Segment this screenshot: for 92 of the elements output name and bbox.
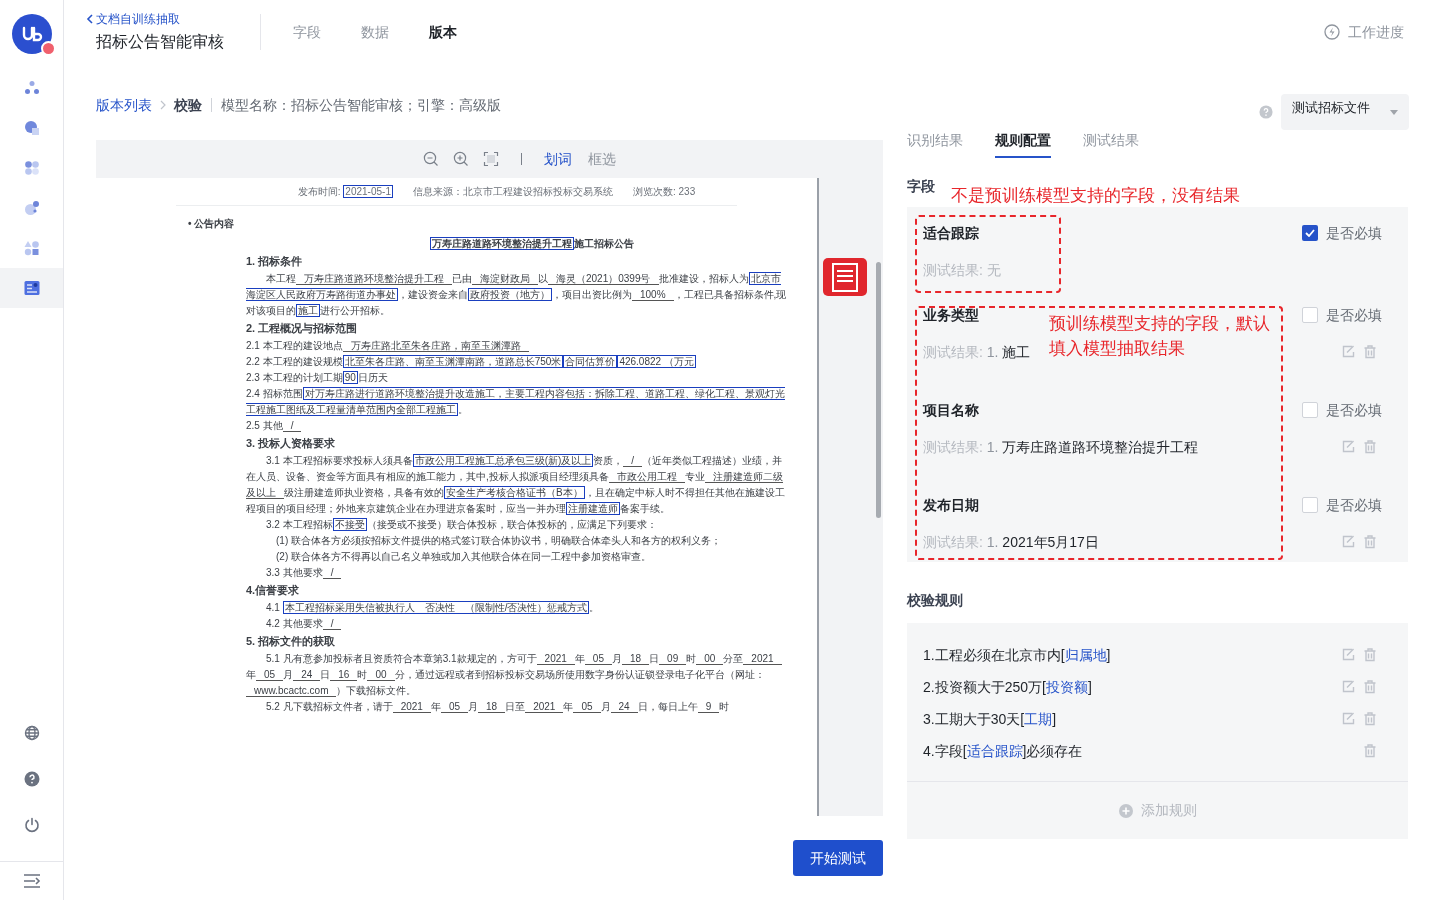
rule-text: 2.投资额大于250万[投资额] — [923, 678, 1092, 697]
bubbles-icon — [23, 200, 40, 216]
chevron-right-icon — [160, 100, 166, 110]
delete-icon[interactable] — [1362, 679, 1378, 695]
check-icon — [1305, 229, 1315, 237]
edit-icon[interactable] — [1340, 534, 1356, 550]
file-select[interactable]: 测试招标文件 — [1281, 94, 1409, 130]
breadcrumb-link[interactable]: 版本列表 — [96, 94, 152, 116]
section-title: 字段 — [907, 177, 935, 196]
delete-icon[interactable] — [1362, 743, 1378, 759]
doc-paragraph: 3.2 本工程招标 不接受 （接受或不接受）联合体投标，联合体投标的，应满足下列要求： — [265, 517, 658, 533]
doc-paragraph: 5.1 凡有意参加投标者且资质符合本章第3.1款规定的，方可于 2021 年 05 月 18 日 09 时 00 分至 2021 年 05 月 24 日 16 时 00 分，通过远程或者到招标投标交易场所使用数字身份认证锁登录电子化平台（网址： www.bcactc.com ）下载招标文件。 — [96, 651, 817, 699]
field-link[interactable]: 适合跟踪 — [966, 743, 1023, 759]
edit-icon[interactable] — [1340, 711, 1356, 727]
app-logo — [11, 14, 52, 54]
field-name: 业务类型 — [923, 306, 980, 325]
pie-chart-icon — [23, 120, 40, 136]
field-link[interactable]: 归属地 — [1064, 647, 1107, 663]
test-result: 测试结果: 1. 万寿庄路道路环境整治提升工程 — [923, 438, 1199, 457]
power-icon[interactable] — [23, 817, 40, 833]
edit-icon[interactable] — [1340, 647, 1356, 663]
dots-icon — [23, 80, 40, 96]
test-result: 测试结果: 1. 2021年5月17日 — [923, 533, 1099, 552]
rule-text: 3.工期大于30天[工期] — [923, 710, 1057, 729]
collapse-menu-icon[interactable] — [22, 873, 41, 889]
scrollbar[interactable] — [876, 262, 881, 518]
fullscreen-icon[interactable] — [483, 151, 499, 167]
delete-icon[interactable] — [1362, 344, 1378, 360]
breadcrumb-current: 校验 — [174, 95, 202, 115]
edit-icon[interactable] — [1340, 439, 1356, 455]
doc-heading: 5. 招标文件的获取 — [245, 634, 337, 649]
edit-icon[interactable] — [1340, 679, 1356, 695]
globe-icon[interactable] — [23, 725, 40, 741]
test-result: 测试结果: 无 — [923, 261, 1001, 280]
doc-section-label: • 公告内容 — [187, 217, 236, 231]
chevron-left-icon — [86, 14, 94, 24]
sidebar-item[interactable] — [0, 268, 63, 308]
doc-paragraph: 2.4 招标范围 对万寿庄路进行道路环境整治提升改造施工，主要工程内容包括：拆除工程、道路工程、绿化工程、景观灯光工程施工图纸及工程量清单范围内全部工程施工 。 — [245, 386, 786, 418]
doc-heading: 2. 工程概况与招标范围 — [245, 321, 359, 336]
doc-paragraph: 3.3 其他要求 / — [96, 565, 817, 581]
model-info: 模型名称：招标公告智能审核；引擎：高级版 — [221, 95, 501, 115]
doc-paragraph: (2) 联合体各方不得再以自己名义单独或加入其他联合体在同一工程中参加资格审查。 — [275, 550, 652, 564]
rule-text: 1.工程必须在北京市内[归属地] — [923, 646, 1111, 665]
doc-paragraph: 2.5 其他 / — [96, 418, 817, 434]
field-name: 项目名称 — [923, 401, 980, 420]
lightning-icon — [1324, 24, 1340, 40]
doc-paragraph: 3.1 本工程招标要求投标人须具备 市政公用工程施工总承包三级(新)及以上 资质， / （近年类似工程描述）业绩，并在人员、设备、资金等方面具有相应的施工能力，其中,投标人拟派项目经理须具备 市政公用工程 专业 注册建造师二级及以上 级注册建造师执业资格，具备有效的 安全生产考核合格证书（B本） ，且在确定中标人时不得担任其他在施建设工程项目的项目经理；外地来京建筑企业在办理进京备案时，应当一并办理 注册建造师 备案手续。 — [245, 453, 786, 517]
test-result: 测试结果: 1. 施工 — [923, 343, 1031, 362]
delete-icon[interactable] — [1362, 439, 1378, 455]
doc-paragraph: 本工程 万寿庄路道路环境整治提升工程 已由 海淀财政局 以 海灵（2021）0399号 批准建设，招标人为 北京市海淀区人民政府万寿路街道办事处 ，建设资金来自 政府投资（地方） ，项目出资比例为 100% ，工程已具备招标条件,现对该项目的 施工 进行公开招标。 — [245, 271, 788, 319]
document-icon[interactable] — [823, 258, 867, 296]
document-icon — [23, 280, 40, 296]
doc-title: 万寿庄路道路环境整治提升工程 施工招标公告 — [428, 236, 635, 252]
annotation-text: 不是预训练模型支持的字段，没有结果 — [951, 185, 1240, 207]
required-checkbox[interactable]: 是否必填 — [1302, 223, 1392, 243]
page-title: 招标公告智能审核 — [96, 32, 225, 52]
nav-tab[interactable]: 版本 — [409, 21, 477, 43]
plus-icon — [1118, 803, 1133, 818]
field-link[interactable]: 工期 — [1024, 711, 1053, 727]
field-link[interactable]: 投资额 — [1045, 679, 1088, 695]
delete-icon[interactable] — [1362, 711, 1378, 727]
doc-paragraph: 5.2 凡下载招标文件者，请于 2021 年 05 月 18 日至 2021 年 05 月 24 日，每日上午 9 时 — [265, 700, 731, 715]
doc-paragraph: (1) 联合体各方必须按招标文件提供的格式签订联合体协议书，明确联合体牵头人和各方的权利义务； — [275, 534, 722, 548]
panel-tab[interactable]: 规则配置 — [995, 124, 1051, 158]
required-checkbox[interactable]: 是否必填 — [1302, 400, 1392, 420]
zoom-out-icon[interactable] — [423, 151, 439, 167]
help-icon[interactable] — [23, 771, 40, 787]
field-name: 发布日期 — [923, 496, 980, 515]
annotation-text: 预训练模型支持的字段，默认填入模型抽取结果 — [1049, 313, 1271, 360]
caret-down-icon — [1390, 109, 1398, 115]
start-test-button[interactable]: 开始测试 — [793, 840, 883, 876]
back-link[interactable]: 文档自训练抽取 — [86, 11, 260, 27]
mode-tab[interactable]: 划词 — [544, 148, 572, 170]
field-name: 适合跟踪 — [923, 224, 980, 243]
zoom-in-icon[interactable] — [453, 151, 469, 167]
shapes-icon — [23, 240, 40, 256]
doc-paragraph: 4.2 其他要求 / — [96, 616, 817, 632]
section-title: 校验规则 — [907, 591, 964, 610]
doc-meta-line: 发布时间: 2021-05-1 信息来源：北京市工程建设招标投标交易系统 浏览次数: 233 — [176, 184, 737, 206]
doc-heading: 4.信誉要求 — [245, 583, 301, 598]
doc-paragraph: 2.3 本工程的计划工期 90 日历天 — [245, 370, 389, 386]
edit-icon[interactable] — [1340, 344, 1356, 360]
doc-paragraph: 2.1 本工程的建设地点 万寿庄路北至朱各庄路，南至玉渊潭路 — [96, 338, 817, 354]
doc-heading: 1. 招标条件 — [245, 254, 304, 269]
rule-text: 4.字段[适合跟踪]必须存在 — [923, 742, 1083, 761]
doc-heading: 3. 投标人资格要求 — [245, 436, 337, 451]
grid-icon — [23, 160, 40, 176]
doc-paragraph: 2.2 本工程的建设规模 北至朱各庄路、南至玉渊潭南路，道路总长750米 合同估算价 426.0822 （万元 — [245, 354, 697, 370]
delete-icon[interactable] — [1362, 534, 1378, 550]
delete-icon[interactable] — [1362, 647, 1378, 663]
required-checkbox[interactable]: 是否必填 — [1302, 305, 1392, 325]
required-checkbox[interactable]: 是否必填 — [1302, 495, 1392, 515]
